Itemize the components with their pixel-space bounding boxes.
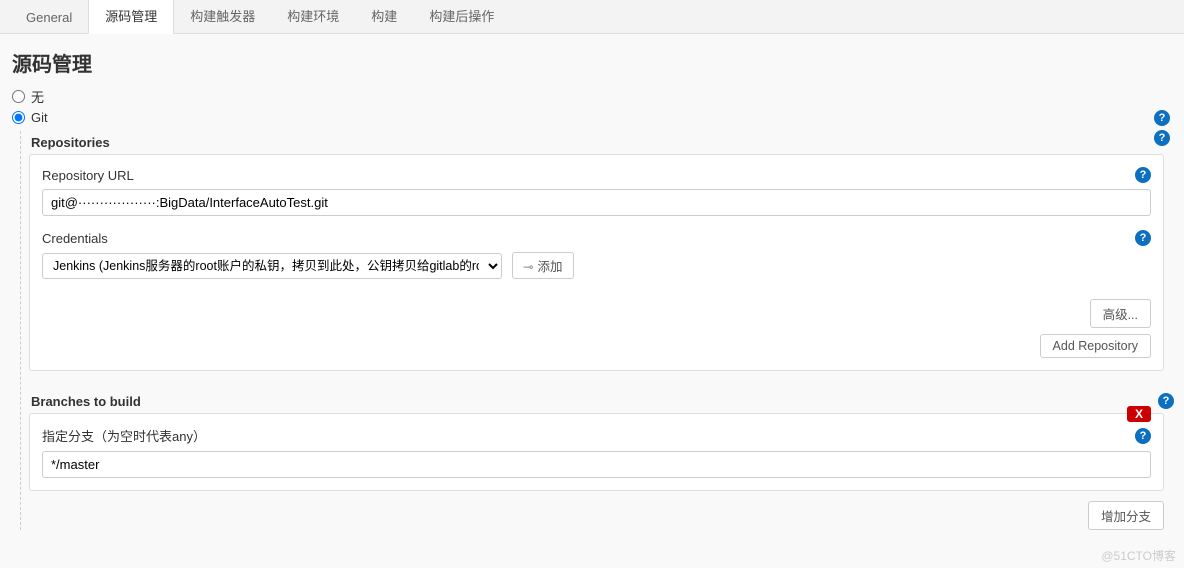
radio-git-label: Git: [31, 110, 48, 125]
section-title: 源码管理: [12, 48, 1184, 77]
add-branch-button[interactable]: 增加分支: [1088, 501, 1164, 530]
add-credentials-button[interactable]: 添加: [512, 252, 574, 279]
watermark: @51CTO博客: [1101, 547, 1176, 564]
delete-branch-button[interactable]: X: [1127, 406, 1151, 422]
repo-url-label: Repository URL: [42, 168, 134, 183]
tab-post[interactable]: 构建后操作: [413, 0, 510, 33]
radio-git[interactable]: [12, 111, 25, 124]
branch-spec-input[interactable]: [42, 451, 1151, 478]
tab-build[interactable]: 构建: [355, 0, 413, 33]
help-icon[interactable]: ?: [1158, 393, 1174, 409]
help-icon[interactable]: ?: [1135, 167, 1151, 183]
credentials-select[interactable]: Jenkins (Jenkins服务器的root账户的私钥，拷贝到此处，公钥拷贝…: [42, 253, 502, 279]
help-icon[interactable]: ?: [1154, 110, 1170, 126]
tab-env[interactable]: 构建环境: [271, 0, 355, 33]
branches-label: Branches to build: [31, 394, 141, 409]
repository-panel: Repository URL ? Credentials ? Jenkins (…: [29, 154, 1164, 371]
credentials-label: Credentials: [42, 231, 108, 246]
tab-scm[interactable]: 源码管理: [88, 0, 174, 34]
advanced-button[interactable]: 高级...: [1090, 299, 1151, 328]
add-repository-button[interactable]: Add Repository: [1040, 334, 1151, 358]
repositories-label: Repositories: [31, 135, 110, 150]
radio-none[interactable]: [12, 90, 25, 103]
repo-url-input[interactable]: [42, 189, 1151, 216]
tab-triggers[interactable]: 构建触发器: [174, 0, 271, 33]
help-icon[interactable]: ?: [1135, 428, 1151, 444]
help-icon[interactable]: ?: [1135, 230, 1151, 246]
branch-spec-label: 指定分支（为空时代表any）: [42, 426, 206, 445]
branch-panel: X 指定分支（为空时代表any） ?: [29, 413, 1164, 491]
radio-none-label: 无: [31, 87, 44, 106]
tab-general[interactable]: General: [10, 2, 88, 33]
config-tabs: General 源码管理 构建触发器 构建环境 构建 构建后操作: [0, 0, 1184, 34]
